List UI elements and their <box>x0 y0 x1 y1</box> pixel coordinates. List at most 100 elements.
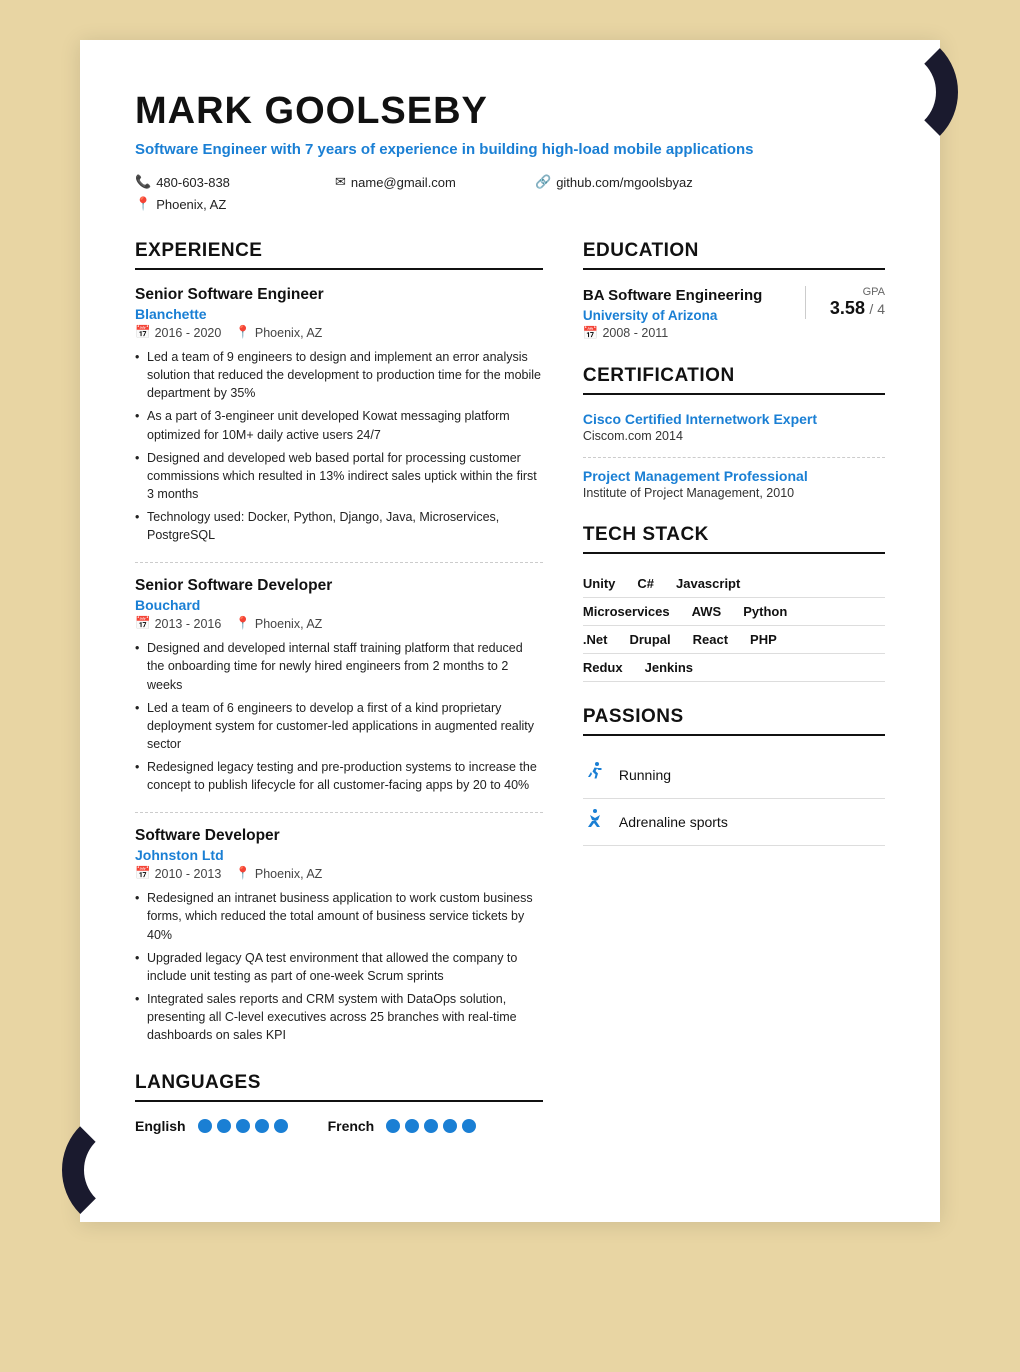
job-item-1: Senior Software Engineer Blanchette 📅201… <box>135 286 543 544</box>
tech-row-2: Microservices AWS Python <box>583 598 885 626</box>
header-section: MARK GOOLSEBY Software Engineer with 7 y… <box>135 90 885 212</box>
right-column: EDUCATION BA Software Engineering Univer… <box>583 240 885 1162</box>
tech-unity: Unity <box>583 570 626 597</box>
cert-name-1: Cisco Certified Internetwork Expert <box>583 411 885 427</box>
tech-csharp: C# <box>637 570 664 597</box>
loc-icon-1: 📍 <box>235 325 251 340</box>
experience-title: EXPERIENCE <box>135 240 543 270</box>
passion-adrenaline: Adrenaline sports <box>583 799 885 846</box>
resume-paper: MARK GOOLSEBY Software Engineer with 7 y… <box>80 40 940 1222</box>
job-dates-2: 📅2013 - 2016 <box>135 616 221 631</box>
bullet-3-2: Upgraded legacy QA test environment that… <box>135 949 543 985</box>
github-value: github.com/mgoolsbyaz <box>556 175 693 190</box>
job-bullets-1: Led a team of 9 engineers to design and … <box>135 348 543 544</box>
dot-en-4 <box>255 1119 269 1133</box>
two-col-layout: EXPERIENCE Senior Software Engineer Blan… <box>135 240 885 1162</box>
tech-php: PHP <box>750 626 787 653</box>
job-title-1: Senior Software Engineer <box>135 286 543 304</box>
edu-left: BA Software Engineering University of Ar… <box>583 286 762 341</box>
company-name-2: Bouchard <box>135 597 543 613</box>
job-item-2: Senior Software Developer Bouchard 📅2013… <box>135 577 543 794</box>
cert-divider-1 <box>583 457 885 458</box>
location-value: Phoenix, AZ <box>156 197 226 212</box>
gpa-label: GPA <box>822 286 885 298</box>
certification-section: CERTIFICATION Cisco Certified Internetwo… <box>583 365 885 500</box>
loc-icon-2: 📍 <box>235 616 251 631</box>
running-icon <box>583 760 607 790</box>
tech-row-4: Redux Jenkins <box>583 654 885 682</box>
dot-en-2 <box>217 1119 231 1133</box>
bullet-3-1: Redesigned an intranet business applicat… <box>135 889 543 943</box>
edu-gpa-block: GPA 3.58 / 4 <box>805 286 885 319</box>
candidate-subtitle: Software Engineer with 7 years of experi… <box>135 139 885 160</box>
bullet-1-2: As a part of 3-engineer unit developed K… <box>135 407 543 443</box>
lang-dots-english <box>198 1119 288 1133</box>
job-title-2: Senior Software Developer <box>135 577 543 595</box>
edu-cal-icon: 📅 <box>583 326 599 341</box>
passion-running-label: Running <box>619 767 671 783</box>
education-title: EDUCATION <box>583 240 885 270</box>
tech-grid: Unity C# Javascript Microservices AWS Py… <box>583 570 885 682</box>
passions-title: PASSIONS <box>583 706 885 736</box>
bullet-3-3: Integrated sales reports and CRM system … <box>135 990 543 1044</box>
cert-detail-1: Ciscom.com 2014 <box>583 429 885 443</box>
cert-item-2: Project Management Professional Institut… <box>583 468 885 500</box>
bullet-1-3: Designed and developed web based portal … <box>135 449 543 503</box>
dot-en-5 <box>274 1119 288 1133</box>
tech-stack-section: TECH STACK Unity C# Javascript Microserv… <box>583 524 885 682</box>
left-column: EXPERIENCE Senior Software Engineer Blan… <box>135 240 543 1162</box>
job-divider-2 <box>135 812 543 813</box>
location-icon: 📍 <box>135 196 151 212</box>
tech-redux: Redux <box>583 654 633 681</box>
gpa-max: 4 <box>877 301 885 317</box>
languages-title: LANGUAGES <box>135 1072 543 1102</box>
phone-value: 480-603-838 <box>156 175 230 190</box>
tech-drupal: Drupal <box>629 626 680 653</box>
contact-row: 📞 480-603-838 ✉ name@gmail.com 🔗 github.… <box>135 174 885 212</box>
company-name-1: Blanchette <box>135 306 543 322</box>
cal-icon-3: 📅 <box>135 866 151 881</box>
adrenaline-icon <box>583 807 607 837</box>
edu-dates: 📅 2008 - 2011 <box>583 326 762 341</box>
passion-adrenaline-label: Adrenaline sports <box>619 814 728 830</box>
lang-dots-french <box>386 1119 476 1133</box>
email-item: ✉ name@gmail.com <box>335 174 535 190</box>
job-bullets-2: Designed and developed internal staff tr… <box>135 639 543 794</box>
location-item: 📍 Phoenix, AZ <box>135 196 335 212</box>
cal-icon-2: 📅 <box>135 616 151 631</box>
job-dates-1: 📅2016 - 2020 <box>135 325 221 340</box>
loc-icon-3: 📍 <box>235 866 251 881</box>
job-location-1: 📍Phoenix, AZ <box>235 325 322 340</box>
github-item: 🔗 github.com/mgoolsbyaz <box>535 174 735 190</box>
dot-en-1 <box>198 1119 212 1133</box>
link-icon: 🔗 <box>535 174 551 190</box>
certification-title: CERTIFICATION <box>583 365 885 395</box>
cert-detail-2: Institute of Project Management, 2010 <box>583 486 885 500</box>
job-bullets-3: Redesigned an intranet business applicat… <box>135 889 543 1044</box>
tech-row-3: .Net Drupal React PHP <box>583 626 885 654</box>
gpa-value: 3.58 <box>830 298 865 318</box>
tech-javascript: Javascript <box>676 570 750 597</box>
tech-aws: AWS <box>692 598 732 625</box>
dot-fr-5 <box>462 1119 476 1133</box>
passions-section: PASSIONS Running <box>583 706 885 846</box>
tech-python: Python <box>743 598 797 625</box>
edu-row: BA Software Engineering University of Ar… <box>583 286 885 341</box>
dot-fr-3 <box>424 1119 438 1133</box>
job-title-3: Software Developer <box>135 827 543 845</box>
job-meta-3: 📅2010 - 2013 📍Phoenix, AZ <box>135 866 543 881</box>
bullet-1-4: Technology used: Docker, Python, Django,… <box>135 508 543 544</box>
job-location-2: 📍Phoenix, AZ <box>235 616 322 631</box>
bullet-2-1: Designed and developed internal staff tr… <box>135 639 543 693</box>
lang-english: English <box>135 1118 288 1134</box>
edu-school: University of Arizona <box>583 308 762 323</box>
email-value: name@gmail.com <box>351 175 456 190</box>
lang-name-french: French <box>328 1118 375 1134</box>
cert-item-1: Cisco Certified Internetwork Expert Cisc… <box>583 411 885 443</box>
languages-section: LANGUAGES English French <box>135 1072 543 1134</box>
dot-en-3 <box>236 1119 250 1133</box>
tech-react: React <box>693 626 738 653</box>
passion-running: Running <box>583 752 885 799</box>
tech-microservices: Microservices <box>583 598 680 625</box>
job-meta-1: 📅2016 - 2020 📍Phoenix, AZ <box>135 325 543 340</box>
